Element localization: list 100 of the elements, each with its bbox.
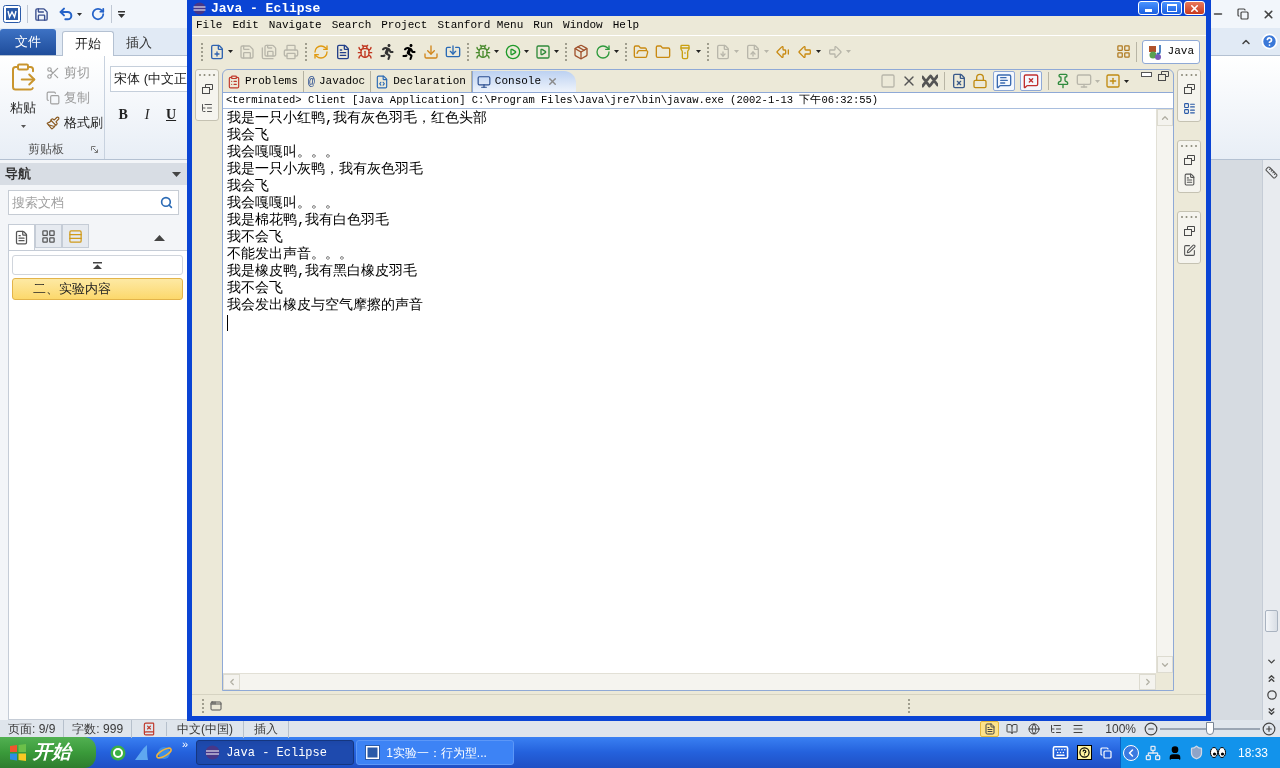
restore-windows-icon[interactable] xyxy=(1099,746,1112,759)
view-tab[interactable]: Console xyxy=(471,71,577,92)
quick-launch-more-button[interactable]: » xyxy=(182,739,189,750)
ribbon-tab[interactable]: 插入 xyxy=(120,30,158,55)
globe-icon[interactable] xyxy=(110,744,126,761)
ruler-icon[interactable] xyxy=(1265,166,1278,179)
grid-icon[interactable] xyxy=(1115,44,1131,59)
ribbon-tab[interactable]: 开始 xyxy=(62,31,114,56)
dropdown-caret-icon[interactable] xyxy=(554,50,559,53)
grip-handle-icon[interactable] xyxy=(1181,216,1197,218)
restore-icon[interactable] xyxy=(1183,226,1195,236)
caret-icon[interactable] xyxy=(20,124,26,128)
previous-page-icon[interactable] xyxy=(1266,673,1277,684)
minimize-view-icon[interactable] xyxy=(1141,72,1152,77)
font-name-field[interactable]: 宋体 (中文正 xyxy=(110,66,187,92)
maximize-button[interactable] xyxy=(1161,1,1182,15)
taskbar-button[interactable]: Java - Eclipse xyxy=(196,740,355,765)
grip-handle-icon[interactable] xyxy=(199,74,215,76)
eyes-icon[interactable] xyxy=(1209,747,1226,758)
console-output-line: 我会嘎嘎叫。。。 xyxy=(227,195,339,212)
clear-document-icon[interactable] xyxy=(951,73,967,89)
minimize-button[interactable] xyxy=(1138,1,1159,15)
clipboard-tool-button[interactable]: 格式刷 xyxy=(46,113,103,132)
keyboard-icon[interactable] xyxy=(1051,744,1069,761)
redo-icon[interactable] xyxy=(91,7,105,21)
close-button[interactable] xyxy=(1184,1,1205,15)
package-icon[interactable] xyxy=(573,43,589,60)
zoom-out-icon[interactable] xyxy=(1144,721,1158,736)
document-icon[interactable] xyxy=(1182,173,1196,186)
dropdown-caret-icon[interactable] xyxy=(494,50,499,53)
nav-view-tab[interactable] xyxy=(8,224,35,250)
caret-icon[interactable] xyxy=(77,12,82,16)
grip-handle-icon[interactable] xyxy=(1181,145,1197,147)
zoom-slider-thumb[interactable] xyxy=(1206,721,1214,735)
outline-icon[interactable] xyxy=(1182,102,1196,115)
running-figure-icon[interactable] xyxy=(401,43,417,60)
hierarchy-icon[interactable] xyxy=(201,102,213,114)
import-icon[interactable] xyxy=(445,43,461,60)
font-style-button[interactable]: U xyxy=(164,104,179,122)
restore-icon[interactable] xyxy=(1237,8,1249,20)
search-icon[interactable] xyxy=(160,196,173,209)
grip-handle-icon[interactable] xyxy=(1181,74,1197,76)
heading-item[interactable]: 二、实验内容 xyxy=(12,278,183,300)
customize-menu-icon[interactable] xyxy=(118,10,125,18)
vertical-scrollbar[interactable] xyxy=(1262,160,1280,720)
document-icon[interactable] xyxy=(335,43,351,60)
network-icon[interactable] xyxy=(1144,744,1161,761)
scroll-down-icon[interactable] xyxy=(1266,656,1277,667)
save-icon[interactable] xyxy=(34,6,49,22)
dropdown-caret-icon[interactable] xyxy=(614,50,619,53)
menu-item[interactable]: File xyxy=(196,20,223,31)
chevron-left-icon[interactable] xyxy=(1122,744,1139,761)
proofing-icon[interactable] xyxy=(142,721,157,736)
dropdown-caret-icon[interactable] xyxy=(816,50,821,53)
browser-icon[interactable] xyxy=(156,744,172,761)
new-file-icon[interactable] xyxy=(209,43,225,60)
dropdown-caret-icon[interactable] xyxy=(524,50,529,53)
paste-label[interactable]: 粘贴 xyxy=(10,98,36,118)
menu-item[interactable]: Edit xyxy=(232,20,259,31)
help-icon[interactable] xyxy=(1076,745,1092,760)
up-triangle-icon[interactable] xyxy=(154,235,165,241)
next-page-icon[interactable] xyxy=(1266,706,1277,717)
restore-icon[interactable] xyxy=(201,84,213,94)
maximize-view-icon[interactable] xyxy=(1158,71,1169,81)
menu-item[interactable]: Navigate xyxy=(268,20,322,31)
zoom-in-icon[interactable] xyxy=(1262,721,1276,736)
dropdown-triangle-icon[interactable] xyxy=(172,171,181,177)
scroll-thumb[interactable] xyxy=(1265,610,1278,632)
undo-icon[interactable] xyxy=(58,6,74,22)
dialog-launcher-icon[interactable] xyxy=(91,145,99,153)
restore-icon[interactable] xyxy=(1183,155,1195,165)
file-tab[interactable]: 文件 xyxy=(0,29,56,55)
font-style-button[interactable]: I xyxy=(140,104,155,122)
console-output-line: 我是一只小红鸭,我有灰色羽毛，红色头部 xyxy=(227,110,488,127)
zoom-level[interactable]: 100% xyxy=(1105,719,1136,738)
perspective-button[interactable]: Java xyxy=(1141,39,1200,64)
browse-object-icon[interactable] xyxy=(1266,690,1277,700)
running-figure-icon[interactable] xyxy=(379,43,395,60)
restore-icon[interactable] xyxy=(1183,84,1195,94)
play-icon[interactable] xyxy=(535,43,551,60)
menu-item[interactable]: Project xyxy=(381,20,428,31)
double-x-icon[interactable] xyxy=(922,73,938,89)
pin-icon[interactable] xyxy=(1055,73,1071,89)
sail-icon[interactable] xyxy=(133,744,149,761)
nav-view-tab[interactable] xyxy=(35,224,62,248)
menu-item[interactable]: Run xyxy=(533,20,554,31)
search-field[interactable]: 搜索文档 xyxy=(8,190,179,215)
dropdown-caret-icon[interactable] xyxy=(228,50,233,53)
app-icon[interactable] xyxy=(3,5,21,23)
menu-item[interactable]: Help xyxy=(612,20,640,31)
menu-item[interactable]: Stanford Menu xyxy=(437,20,524,31)
dropdown-caret-icon[interactable] xyxy=(1124,79,1129,83)
dropdown-caret-icon[interactable] xyxy=(696,50,701,53)
edit-note-icon[interactable] xyxy=(1182,244,1196,257)
taskbar-button[interactable]: 1实验一：行为型... xyxy=(356,740,515,765)
menu-item[interactable]: Search xyxy=(331,20,372,31)
font-style-button[interactable]: B xyxy=(116,104,131,122)
bug-icon[interactable] xyxy=(357,43,373,60)
close-icon[interactable] xyxy=(1262,7,1275,21)
menu-item[interactable]: Window xyxy=(563,20,603,31)
